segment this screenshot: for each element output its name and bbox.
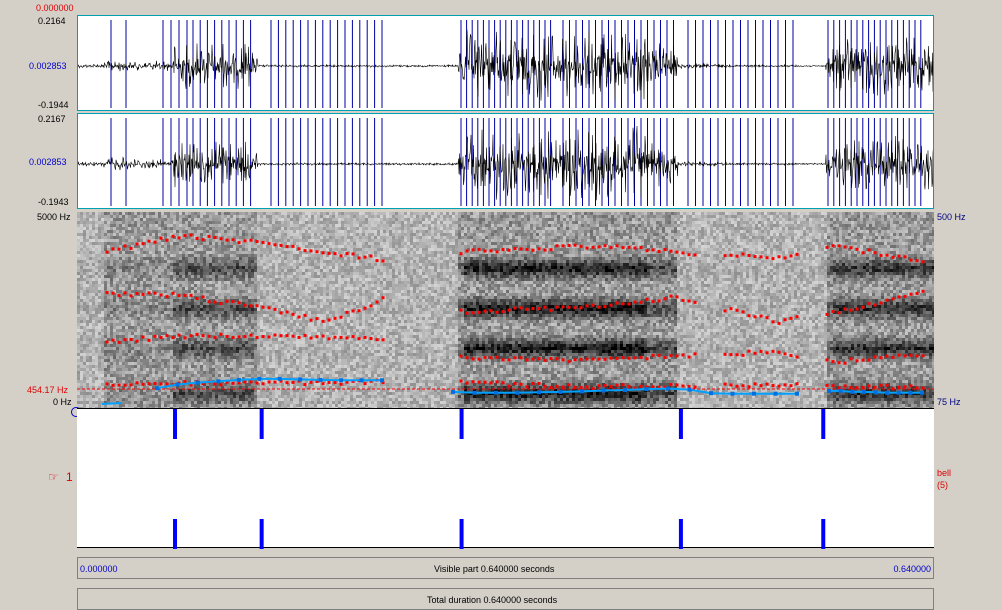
visible-part-label: Visible part 0.640000 seconds [434, 564, 555, 574]
tier-boundaries [173, 409, 826, 549]
channel1-max-label: 0.2164 [38, 16, 66, 26]
pitch-top-label: 500 Hz [937, 212, 966, 222]
waveform-1-drawing [78, 20, 933, 108]
tier-number: 1 [66, 470, 73, 484]
waveform-channel-1[interactable] [77, 15, 934, 111]
visible-part-bar[interactable]: 0.000000 Visible part 0.640000 seconds 0… [77, 557, 934, 579]
textgrid-tier[interactable] [77, 408, 934, 549]
spectrogram-freq-bottom-label: 0 Hz [53, 397, 72, 407]
tier-boundary[interactable] [259, 409, 264, 549]
channel2-min-label: -0.1943 [38, 197, 69, 207]
tier-pointer-icon: ☞ [48, 470, 59, 484]
tier-boundary[interactable] [173, 409, 178, 549]
top-time-label: 0.000000 [36, 3, 74, 13]
spectrogram[interactable] [77, 212, 934, 408]
total-duration-label: Total duration 0.640000 seconds [427, 595, 558, 605]
total-duration-bar[interactable]: Total duration 0.640000 seconds [77, 588, 934, 610]
channel2-max-label: 0.2167 [38, 114, 66, 124]
tier-boundary[interactable] [678, 409, 683, 549]
spectrogram-drawing [77, 212, 934, 408]
channel1-min-label: -0.1944 [38, 100, 69, 110]
pitch-bottom-label: 75 Hz [937, 397, 961, 407]
visible-end-time: 0.640000 [893, 564, 931, 574]
spectrogram-cursor-freq-label: 454.17 Hz [27, 385, 69, 395]
spectrogram-freq-top-label: 5000 Hz [37, 212, 71, 222]
tier-count: (5) [937, 480, 948, 490]
channel1-mid-label: 0.002853 [29, 61, 67, 71]
tier-boundary[interactable] [821, 409, 826, 549]
visible-start-time: 0.000000 [80, 564, 118, 574]
waveform-channel-2[interactable] [77, 113, 934, 209]
waveform-2-drawing [78, 118, 933, 206]
tier-boundary[interactable] [459, 409, 464, 549]
channel2-mid-label: 0.002853 [29, 157, 67, 167]
tier-name: bell [937, 468, 952, 478]
